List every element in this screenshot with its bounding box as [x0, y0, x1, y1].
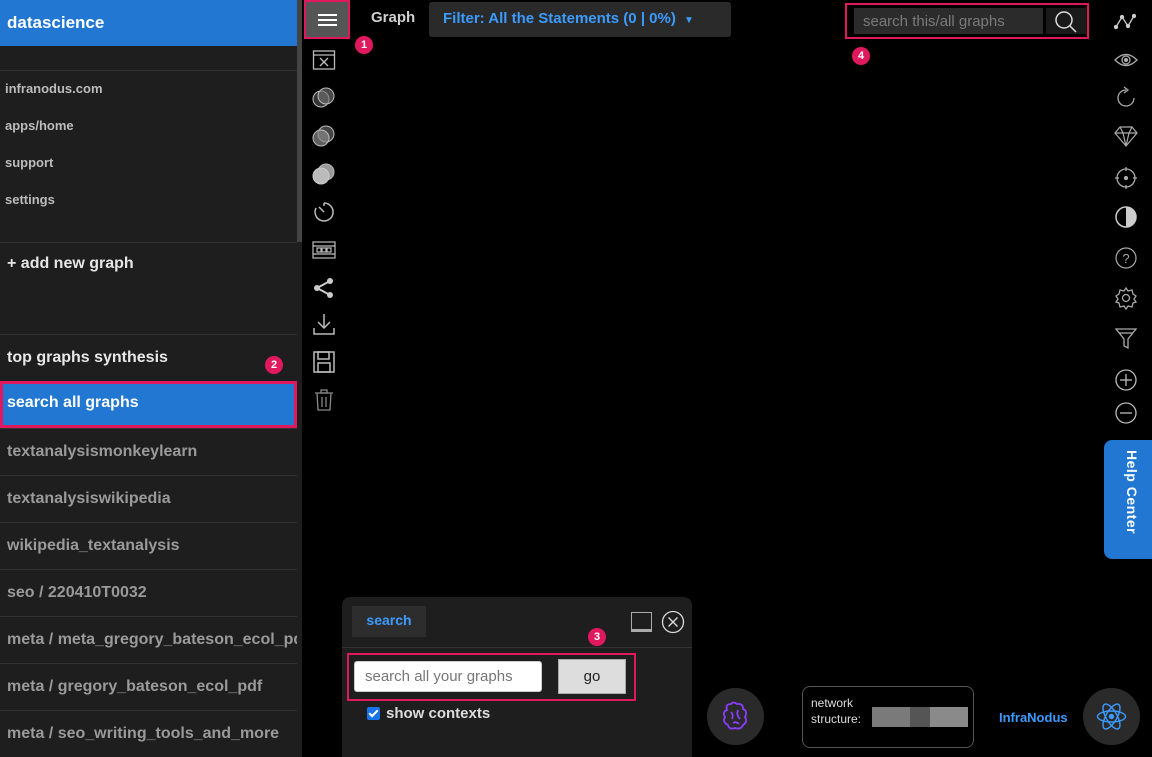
graph-icon[interactable]	[1113, 10, 1138, 34]
filter-label: Filter: All the Statements (0 | 0%)	[443, 10, 676, 27]
contrast-icon[interactable]	[1114, 205, 1138, 229]
download-icon[interactable]	[312, 312, 336, 336]
refresh-icon[interactable]	[1114, 86, 1138, 110]
sidebar-link-settings[interactable]: settings	[0, 190, 297, 227]
tab-search[interactable]: search	[352, 606, 426, 637]
graph-list-item[interactable]: textanalysismonkeylearn	[0, 428, 297, 475]
search-form: go	[347, 653, 636, 701]
atom-button[interactable]	[1083, 688, 1140, 745]
graph-list-item[interactable]: textanalysiswikipedia	[0, 475, 297, 522]
graph-list-item[interactable]: top graphs synthesis	[0, 334, 297, 381]
left-toolbar	[302, 0, 350, 757]
annotation-badge-2: 2	[265, 356, 283, 374]
close-icon[interactable]	[661, 610, 685, 634]
show-contexts-option[interactable]: show contexts	[367, 705, 490, 722]
caret-down-icon: ▼	[684, 15, 694, 26]
panel-divider	[342, 647, 692, 648]
network-bar-segment	[910, 707, 930, 727]
eye-icon[interactable]	[1114, 48, 1138, 72]
search-all-graphs-input[interactable]	[354, 661, 542, 692]
filter-dropdown[interactable]: Filter: All the Statements (0 | 0%) ▼	[429, 2, 731, 37]
sidebar-link-infranodus[interactable]: infranodus.com	[0, 79, 297, 116]
timer-icon[interactable]	[312, 200, 336, 224]
network-structure-label: network structure:	[811, 696, 862, 726]
sidebar-links: infranodus.com apps/home support setting…	[0, 70, 297, 227]
network-bar-segment	[930, 707, 968, 727]
annotation-badge-1: 1	[355, 36, 373, 54]
network-bar-segment	[872, 707, 910, 727]
menu-icon[interactable]	[304, 0, 350, 39]
search-panel: search go show contexts	[342, 597, 692, 757]
sidebar-title[interactable]: datascience	[0, 0, 297, 46]
minimize-icon[interactable]	[631, 612, 652, 632]
diamond-icon[interactable]	[1114, 124, 1138, 148]
settings-icon[interactable]	[1114, 286, 1138, 311]
help-center-label: Help Center	[1124, 450, 1140, 535]
show-contexts-label: show contexts	[386, 705, 491, 722]
graph-list-item[interactable]: meta / seo_writing_tools_and_more	[0, 710, 297, 757]
top-search-input[interactable]	[854, 8, 1043, 34]
go-button[interactable]: go	[558, 659, 626, 694]
share-icon[interactable]	[312, 276, 336, 300]
graph-list-item-active[interactable]: search all graphs	[0, 381, 297, 428]
circles-mid-icon[interactable]	[312, 124, 336, 148]
trash-icon[interactable]	[312, 388, 336, 412]
zoom-in-icon[interactable]	[1114, 368, 1138, 392]
svg-text:?: ?	[1122, 251, 1129, 266]
film-icon[interactable]	[312, 238, 336, 262]
help-icon[interactable]: ?	[1114, 246, 1138, 270]
circles-light-icon[interactable]	[312, 86, 336, 110]
search-icon[interactable]	[1046, 8, 1086, 34]
filter-icon[interactable]	[1114, 326, 1138, 350]
show-contexts-checkbox[interactable]	[367, 707, 380, 720]
top-search-box	[845, 3, 1089, 39]
help-center-button[interactable]: Help Center	[1104, 440, 1152, 559]
graph-list-item[interactable]: wikipedia_textanalysis	[0, 522, 297, 569]
graph-list-item[interactable]: seo / 220410T0032	[0, 569, 297, 616]
atom-icon	[1096, 703, 1127, 730]
annotation-badge-3: 3	[588, 628, 606, 646]
save-icon[interactable]	[312, 350, 336, 374]
graph-list-item[interactable]: meta / gregory_bateson_ecol_pdf	[0, 663, 297, 710]
network-structure-widget[interactable]: network structure:	[802, 686, 974, 748]
sidebar-link-support[interactable]: support	[0, 153, 297, 190]
target-icon[interactable]	[1114, 166, 1138, 190]
ai-brain-button[interactable]	[707, 688, 764, 745]
sidebar-link-apps-home[interactable]: apps/home	[0, 116, 297, 153]
sidebar: datascience infranodus.com apps/home sup…	[0, 0, 302, 757]
circles-dark-icon[interactable]	[312, 162, 336, 186]
infranodus-brand[interactable]: InfraNodus	[999, 710, 1068, 725]
graph-list: top graphs synthesis search all graphs t…	[0, 334, 297, 757]
close-window-icon[interactable]	[312, 48, 336, 72]
graph-list-item[interactable]: meta / meta_gregory_bateson_ecol_pdf	[0, 616, 297, 663]
graph-tab[interactable]: Graph	[371, 9, 415, 26]
add-new-graph-button[interactable]: + add new graph	[0, 242, 297, 334]
annotation-badge-4: 4	[852, 47, 870, 65]
brain-icon	[722, 701, 748, 730]
zoom-out-icon[interactable]	[1114, 401, 1138, 425]
